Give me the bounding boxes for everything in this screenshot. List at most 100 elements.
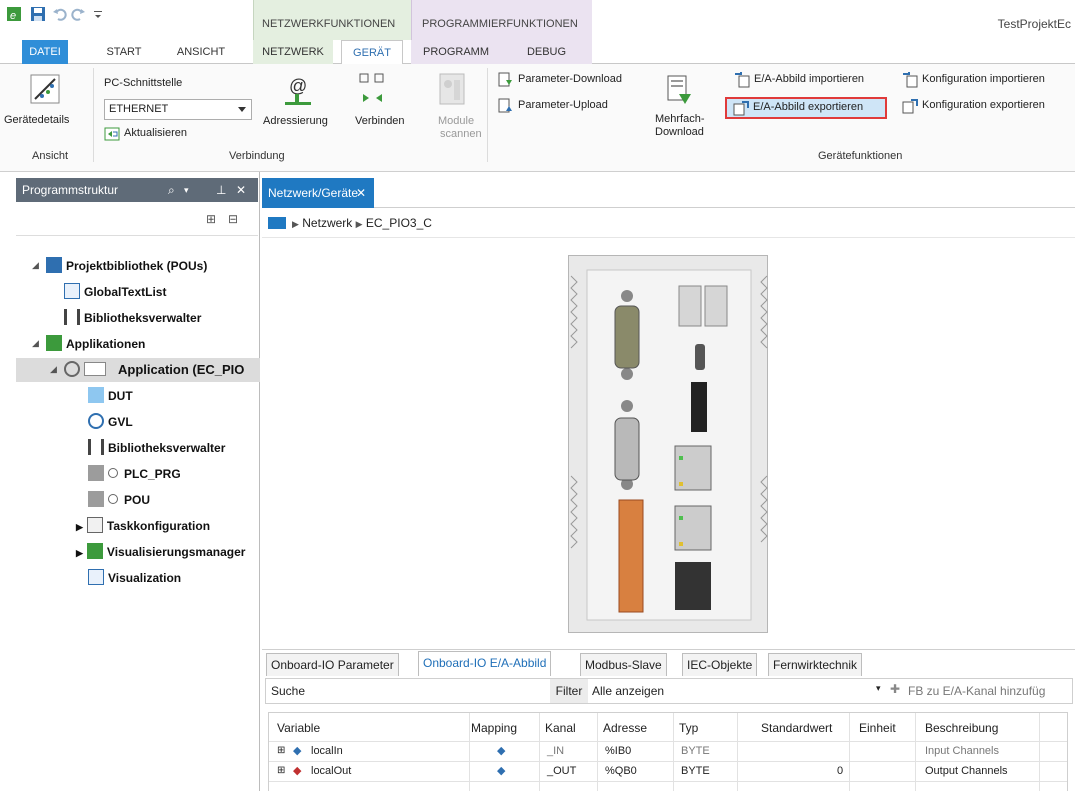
tree-item-application[interactable]: Application (EC_PIO [64, 360, 244, 380]
tab-file[interactable]: DATEI [22, 40, 68, 64]
parameter-upload-icon[interactable] [497, 98, 513, 114]
tab-telecontrol[interactable]: Fernwirktechnik [768, 653, 863, 676]
plus-icon[interactable]: ✚ [890, 682, 900, 696]
config-import-icon[interactable] [902, 72, 918, 88]
expand-all-icon[interactable]: ⊞ [206, 212, 216, 226]
tree-item-globaltextlist[interactable]: GlobalTextList [64, 282, 166, 302]
multi-download-label-1[interactable]: Mehrfach- [655, 113, 705, 125]
parameter-download-button[interactable]: Parameter-Download [518, 73, 622, 85]
device-details-label[interactable]: Gerätedetails [4, 114, 69, 126]
tree-item-plc-prg[interactable]: PLC_PRG [88, 464, 181, 484]
add-fb-button[interactable]: FB zu E/A-Kanal hinzufüg [908, 684, 1045, 698]
connect-label[interactable]: Verbinden [355, 115, 405, 127]
tree-item-project-library[interactable]: Projektbibliothek (POUs) [46, 256, 207, 276]
column-divider [1039, 713, 1040, 791]
expand-arrow-icon[interactable]: ▶ [76, 522, 83, 532]
close-icon[interactable]: ✕ [356, 178, 366, 208]
io-export-button[interactable]: E/A-Abbild exportieren [725, 97, 887, 119]
pc-interface-select[interactable]: ETHERNET [104, 99, 252, 120]
plc-device-icon [570, 269, 768, 621]
column-header[interactable]: Variable [277, 717, 320, 739]
refresh-icon[interactable] [104, 126, 120, 142]
mapping-icon[interactable]: ◆ [497, 741, 505, 761]
tree-item-visualization[interactable]: Visualization [88, 568, 181, 588]
cell-variable[interactable]: localIn [311, 741, 343, 761]
config-export-icon[interactable] [902, 98, 918, 114]
tab-onboard-io-image[interactable]: Onboard-IO E/A-Abbild [418, 651, 552, 676]
column-header[interactable]: Kanal [545, 717, 576, 739]
chevron-down-icon[interactable]: ▾ [184, 178, 189, 202]
tree-item-dut[interactable]: DUT [88, 386, 133, 406]
expand-plus-icon[interactable]: ⊞ [277, 741, 285, 761]
expand-plus-icon[interactable]: ⊞ [277, 761, 285, 781]
device-image[interactable] [568, 255, 768, 633]
collapse-arrow-icon[interactable]: ◢ [32, 260, 39, 271]
redo-icon[interactable] [70, 6, 86, 22]
tab-iec-objects[interactable]: IEC-Objekte [682, 653, 758, 676]
close-icon[interactable]: ✕ [236, 178, 246, 202]
device-details-button[interactable] [28, 72, 62, 109]
chevron-down-icon[interactable]: ▾ [876, 683, 881, 694]
multi-download-label-2[interactable]: Download [655, 126, 704, 138]
tree-item-gvl[interactable]: GVL [88, 412, 133, 432]
tree-item-library-manager-2[interactable]: Bibliotheksverwalter [88, 438, 225, 458]
tab-network[interactable]: NETZWERK [253, 40, 333, 64]
config-export-button[interactable]: Konfiguration exportieren [922, 99, 1045, 111]
tree-item-library-manager[interactable]: Bibliotheksverwalter [64, 308, 201, 328]
column-header[interactable]: Standardwert [761, 717, 832, 739]
column-header[interactable]: Einheit [859, 717, 896, 739]
io-mapping-table: Variable Mapping Kanal Adresse Typ Stand… [268, 712, 1068, 791]
folder-icon [268, 217, 286, 229]
cell-description[interactable]: Output Channels [925, 761, 1008, 781]
collapse-arrow-icon[interactable]: ◢ [32, 338, 39, 349]
tab-debug[interactable]: DEBUG [501, 40, 592, 64]
tree-item-visualization-manager[interactable]: ▶ Visualisierungsmanager [76, 542, 245, 562]
parameter-download-icon[interactable] [497, 72, 513, 88]
addressing-label[interactable]: Adressierung [263, 115, 328, 127]
tree-item-applications[interactable]: Applikationen [46, 334, 145, 354]
column-header[interactable]: Adresse [603, 717, 647, 739]
column-header[interactable]: Beschreibung [925, 717, 998, 739]
tree-item-task-configuration[interactable]: ▶ Taskkonfiguration [76, 516, 210, 536]
filter-select[interactable]: Alle anzeigen [592, 684, 664, 698]
search-label[interactable]: Suche [271, 684, 305, 698]
tab-program[interactable]: PROGRAMM [411, 40, 501, 64]
column-header[interactable]: Typ [679, 717, 698, 739]
circle-icon [108, 494, 118, 504]
column-header[interactable]: Mapping [471, 717, 517, 739]
parameter-upload-button[interactable]: Parameter-Upload [518, 99, 608, 111]
tab-onboard-io-parameter[interactable]: Onboard-IO Parameter [266, 653, 399, 676]
connect-button[interactable] [355, 70, 389, 107]
tab-start[interactable]: START [98, 40, 150, 64]
dut-icon [88, 387, 104, 403]
undo-icon[interactable] [52, 6, 68, 22]
pin-icon[interactable]: ⊥ [216, 178, 226, 202]
globe-icon [88, 413, 104, 429]
config-import-button[interactable]: Konfiguration importieren [922, 73, 1045, 85]
breadcrumb-device[interactable]: EC_PIO3_C [366, 216, 432, 230]
addressing-button[interactable]: @ [283, 74, 313, 111]
collapse-all-icon[interactable]: ⊟ [228, 212, 238, 226]
multi-download-button[interactable] [665, 74, 693, 111]
tree-item-pou[interactable]: POU [88, 490, 150, 510]
tab-device[interactable]: GERÄT [341, 40, 403, 65]
tab-modbus-slave[interactable]: Modbus-Slave [580, 653, 667, 676]
tab-network-devices[interactable]: Netzwerk/Geräte ✕ [262, 178, 374, 208]
collapse-arrow-icon[interactable]: ◢ [50, 364, 57, 375]
io-export-label: E/A-Abbild exportieren [753, 101, 864, 113]
io-import-icon[interactable] [734, 72, 750, 88]
cell-default[interactable]: 0 [837, 761, 843, 781]
ribbon: Gerätedetails Ansicht PC-Schnittstelle E… [0, 64, 1075, 172]
tab-view[interactable]: ANSICHT [168, 40, 234, 64]
breadcrumb-network[interactable]: Netzwerk [302, 216, 352, 230]
cell-type: BYTE [681, 765, 710, 777]
mapping-icon[interactable]: ◆ [497, 761, 505, 781]
save-icon[interactable] [30, 6, 46, 22]
quick-access-dropdown-icon[interactable] [90, 6, 106, 22]
io-import-button[interactable]: E/A-Abbild importieren [754, 73, 864, 85]
refresh-button[interactable]: Aktualisieren [124, 127, 187, 139]
search-icon[interactable]: ⌕ [168, 178, 175, 202]
cell-variable[interactable]: localOut [311, 761, 351, 781]
expand-arrow-icon[interactable]: ▶ [76, 548, 83, 558]
cell-description[interactable]: Input Channels [925, 741, 999, 761]
